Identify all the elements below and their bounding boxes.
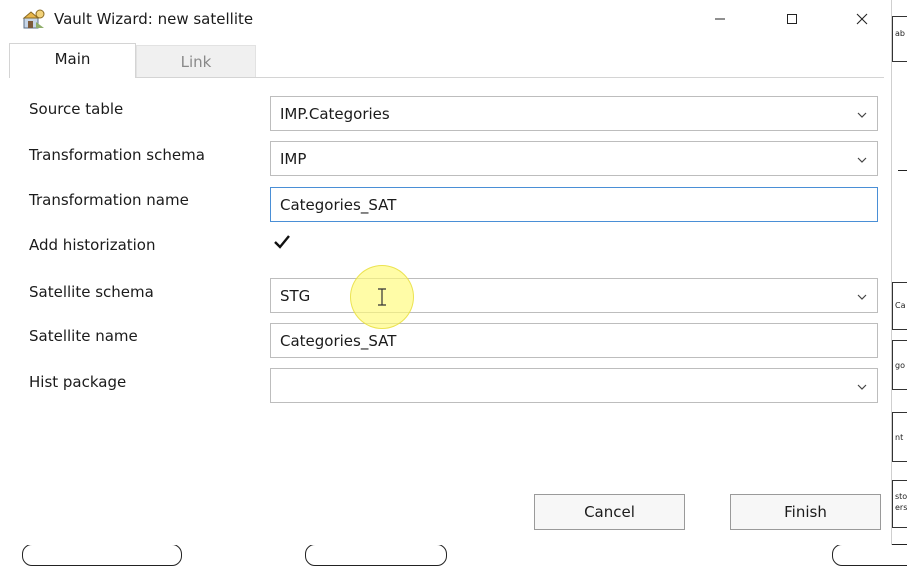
window-title: Vault Wizard: new satellite xyxy=(54,10,254,28)
background-node xyxy=(832,544,907,566)
satellite-schema-label: Satellite schema xyxy=(29,283,154,301)
chevron-down-icon xyxy=(857,294,867,300)
tab-link[interactable]: Link xyxy=(136,45,256,77)
background-node xyxy=(22,544,182,566)
chevron-down-icon xyxy=(857,157,867,163)
background-node xyxy=(305,544,447,566)
hist-package-label: Hist package xyxy=(29,373,127,391)
cancel-button[interactable]: Cancel xyxy=(534,494,685,530)
transformation-schema-label: Transformation schema xyxy=(29,146,205,164)
title-bar[interactable]: Vault Wizard: new satellite xyxy=(0,0,891,40)
close-icon xyxy=(856,13,868,25)
background-app-canvas xyxy=(892,0,907,552)
transformation-name-label: Transformation name xyxy=(29,191,189,209)
transformation-schema-value: IMP xyxy=(280,149,307,168)
hist-package-select[interactable] xyxy=(270,368,878,403)
chevron-down-icon xyxy=(857,112,867,118)
minimize-icon xyxy=(715,18,725,20)
background-node: ab xyxy=(892,16,907,62)
background-node: nt xyxy=(892,412,907,462)
background-connector xyxy=(898,170,907,171)
close-button[interactable] xyxy=(839,0,885,38)
checkmark-icon xyxy=(274,235,290,249)
background-node: sto ers xyxy=(892,480,907,528)
transformation-name-value: Categories_SAT xyxy=(280,195,397,214)
minimize-button[interactable] xyxy=(697,0,743,38)
satellite-name-value: Categories_SAT xyxy=(280,331,397,350)
vault-wizard-dialog: Vault Wizard: new satellite Main Link So… xyxy=(0,0,892,545)
source-table-label: Source table xyxy=(29,100,124,118)
maximize-icon xyxy=(787,14,797,24)
chevron-down-icon xyxy=(857,384,867,390)
satellite-name-input[interactable]: Categories_SAT xyxy=(270,323,878,358)
source-table-value: IMP.Categories xyxy=(280,104,390,123)
source-table-select[interactable]: IMP.Categories xyxy=(270,96,878,131)
app-icon xyxy=(22,8,46,30)
transformation-name-input[interactable]: Categories_SAT xyxy=(270,187,878,222)
satellite-name-label: Satellite name xyxy=(29,327,138,345)
add-historization-label: Add historization xyxy=(29,236,156,254)
tab-main[interactable]: Main xyxy=(9,43,136,78)
maximize-button[interactable] xyxy=(769,0,815,38)
add-historization-checkbox[interactable] xyxy=(273,233,291,251)
finish-button[interactable]: Finish xyxy=(730,494,881,530)
transformation-schema-select[interactable]: IMP xyxy=(270,141,878,176)
background-node: Ca xyxy=(892,282,907,330)
text-cursor-icon xyxy=(378,288,386,306)
background-node: go xyxy=(892,340,907,390)
